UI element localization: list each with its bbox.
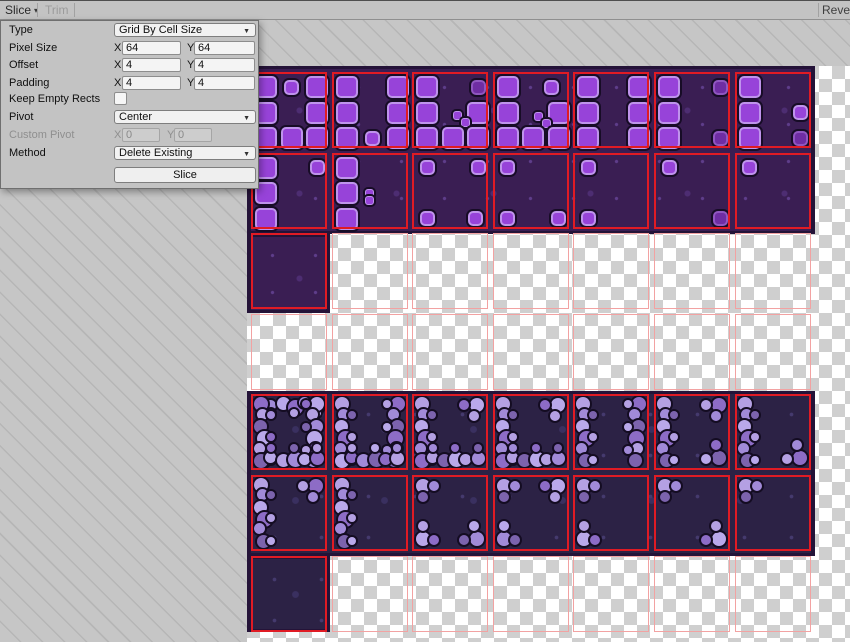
revert-button[interactable]: Revert <box>822 3 850 19</box>
sprite-slice-rect[interactable] <box>735 394 811 470</box>
empty-slice-rect <box>332 556 408 632</box>
offset-y-field[interactable]: 4 <box>194 58 255 72</box>
pivot-label: Pivot <box>9 110 33 124</box>
slice-execute-button[interactable]: Slice <box>114 167 256 183</box>
sprite-slice-rect[interactable] <box>412 72 488 148</box>
method-dropdown-value: Delete Existing <box>119 147 192 159</box>
keep-empty-rects-checkbox[interactable] <box>114 92 127 105</box>
empty-slice-rect <box>332 314 408 390</box>
empty-slice-rect <box>573 314 649 390</box>
padding-x-label: X <box>114 76 121 90</box>
sprite-slice-rect[interactable] <box>412 475 488 551</box>
sprite-slice-rect[interactable] <box>573 153 649 229</box>
type-dropdown-value: Grid By Cell Size <box>119 24 202 36</box>
sprite-editor-window: Slice▾ Trim Revert Type Grid By Cell Siz… <box>0 0 850 642</box>
sprite-slice-rect[interactable] <box>332 394 408 470</box>
sprite-slice-rect[interactable] <box>654 72 730 148</box>
pixel-size-y-field[interactable]: 64 <box>194 41 255 55</box>
sprite-slice-rect[interactable] <box>332 475 408 551</box>
chevron-down-icon: ▼ <box>243 26 250 38</box>
sprite-slice-rect[interactable] <box>735 153 811 229</box>
empty-slice-rect <box>332 233 408 309</box>
padding-label: Padding <box>9 76 49 90</box>
empty-slice-rect <box>654 556 730 632</box>
sprite-slice-rect[interactable] <box>573 72 649 148</box>
padding-y-field[interactable]: 4 <box>194 76 255 90</box>
empty-slice-rect <box>654 314 730 390</box>
custom-pivot-x-field: 0 <box>122 128 160 142</box>
sprite-slice-rect[interactable] <box>654 394 730 470</box>
keep-empty-rects-label: Keep Empty Rects <box>9 92 100 106</box>
sprite-slice-rect[interactable] <box>251 233 327 309</box>
method-label: Method <box>9 146 46 160</box>
type-label: Type <box>9 23 33 37</box>
empty-slice-rect <box>412 233 488 309</box>
offset-x-field[interactable]: 4 <box>122 58 181 72</box>
empty-slice-rect <box>493 233 569 309</box>
sprite-slice-rect[interactable] <box>735 72 811 148</box>
sprite-editor-toolbar: Slice▾ Trim Revert <box>0 0 850 20</box>
slice-menu-label: Slice <box>5 3 31 17</box>
empty-slice-rect <box>493 556 569 632</box>
empty-slice-rect <box>251 314 327 390</box>
sprite-slice-rect[interactable] <box>493 475 569 551</box>
sprite-slice-rect[interactable] <box>654 475 730 551</box>
sprite-slice-rect[interactable] <box>573 394 649 470</box>
sprite-slice-rect[interactable] <box>654 153 730 229</box>
custom-pivot-x-label: X <box>114 128 121 142</box>
sprite-slice-rect[interactable] <box>251 475 327 551</box>
custom-pivot-y-field: 0 <box>174 128 212 142</box>
chevron-down-icon: ▼ <box>243 149 250 161</box>
sprite-slice-rect[interactable] <box>251 556 327 632</box>
empty-slice-rect <box>735 314 811 390</box>
offset-label: Offset <box>9 58 38 72</box>
pixel-size-x-field[interactable]: 64 <box>122 41 181 55</box>
sprite-slice-rect[interactable] <box>332 153 408 229</box>
type-dropdown[interactable]: Grid By Cell Size ▼ <box>114 23 256 37</box>
empty-slice-rect <box>573 233 649 309</box>
custom-pivot-label: Custom Pivot <box>9 128 74 142</box>
sprite-slice-rect[interactable] <box>412 394 488 470</box>
empty-slice-rect <box>493 314 569 390</box>
empty-slice-rect <box>573 556 649 632</box>
empty-slice-rect <box>735 556 811 632</box>
sprite-slice-rect[interactable] <box>493 72 569 148</box>
empty-slice-rect <box>412 556 488 632</box>
trim-button: Trim <box>45 3 69 19</box>
method-dropdown[interactable]: Delete Existing ▼ <box>114 146 256 160</box>
toolbar-separator <box>74 3 75 17</box>
sprite-slice-rect[interactable] <box>251 72 327 148</box>
sprite-slice-rect[interactable] <box>493 153 569 229</box>
empty-slice-rect <box>735 233 811 309</box>
empty-slice-rect <box>412 314 488 390</box>
chevron-down-icon: ▼ <box>243 113 250 125</box>
offset-x-label: X <box>114 58 121 72</box>
sprite-slice-rect[interactable] <box>493 394 569 470</box>
toolbar-separator <box>818 3 819 17</box>
toolbar-separator <box>37 3 38 17</box>
pivot-dropdown[interactable]: Center ▼ <box>114 110 256 124</box>
pivot-dropdown-value: Center <box>119 111 152 123</box>
slice-menu-button[interactable]: Slice▾ <box>5 3 38 19</box>
sprite-slice-rect[interactable] <box>573 475 649 551</box>
empty-slice-rect <box>654 233 730 309</box>
slice-settings-panel: Type Grid By Cell Size ▼ Pixel Size X 64… <box>0 20 259 189</box>
sprite-slice-rect[interactable] <box>412 153 488 229</box>
sprite-slice-rect[interactable] <box>735 475 811 551</box>
sprite-slice-rect[interactable] <box>251 153 327 229</box>
pixel-size-label: Pixel Size <box>9 41 57 55</box>
sprite-slice-rect[interactable] <box>332 72 408 148</box>
padding-x-field[interactable]: 4 <box>122 76 181 90</box>
sprite-slice-rect[interactable] <box>251 394 327 470</box>
pixel-size-x-label: X <box>114 41 121 55</box>
